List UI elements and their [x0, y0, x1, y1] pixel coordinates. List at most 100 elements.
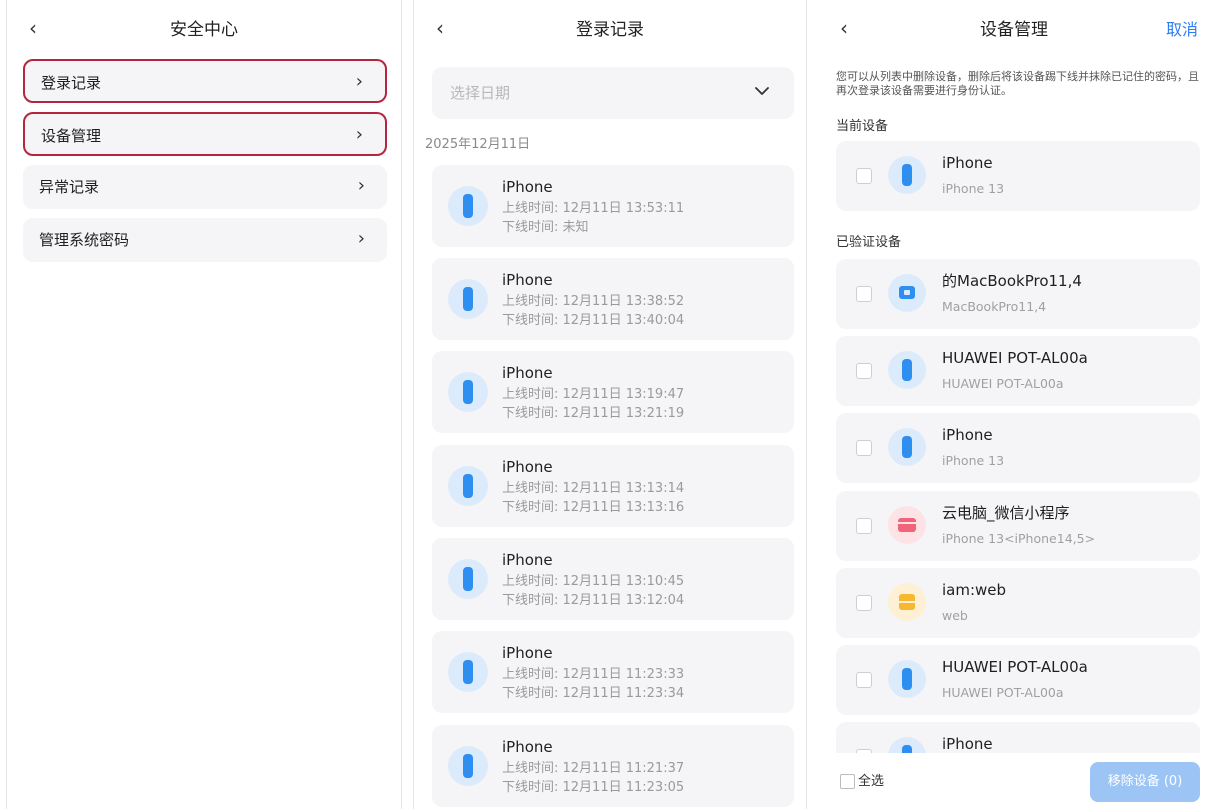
record-device-name: iPhone	[502, 458, 553, 476]
record-online-time: 上线时间: 12月11日 13:38:52	[502, 294, 685, 309]
device-item: iPhone iPhone 13	[836, 141, 1200, 211]
menu-item-manage-password[interactable]: 管理系统密码 ›	[23, 218, 387, 262]
record-online-time: 上线时间: 12月11日 11:21:37	[502, 761, 685, 776]
login-record-item: iPhone 上线时间: 12月11日 11:23:33 下线时间: 12月11…	[432, 631, 794, 713]
record-online-time: 上线时间: 12月11日 13:13:14	[502, 481, 685, 496]
device-model: iPhone 13<iPhone14,5>	[942, 531, 1096, 546]
security-center-header: ‹ 安全中心	[7, 0, 401, 58]
device-management-description: 您可以从列表中删除设备，删除后将该设备踢下线并抹除已记住的密码，且再次登录该设备…	[836, 70, 1199, 97]
device-management-header: ‹ 设备管理 取消	[818, 0, 1210, 58]
record-device-name: iPhone	[502, 551, 553, 569]
menu-item-login-records[interactable]: 登录记录 ›	[23, 59, 387, 103]
device-item: 云电脑_微信小程序 iPhone 13<iPhone14,5>	[836, 491, 1200, 561]
page-title: 安全中心	[170, 20, 238, 40]
chevron-right-icon: ›	[357, 228, 365, 249]
page-title: 登录记录	[576, 20, 644, 40]
device-item: iam:web web	[836, 568, 1200, 638]
device-item: 的MacBookPro11,4 MacBookPro11,4	[836, 259, 1200, 329]
device-name: 的MacBookPro11,4	[942, 272, 1082, 290]
remove-devices-button[interactable]: 移除设备 (0)	[1090, 762, 1200, 802]
cloud-pc-icon	[888, 506, 926, 544]
select-all-label: 全选	[858, 774, 885, 789]
record-device-name: iPhone	[502, 178, 553, 196]
record-offline-time: 下线时间: 12月11日 11:23:05	[502, 780, 685, 795]
record-online-time: 上线时间: 12月11日 11:23:33	[502, 667, 685, 682]
menu-item-label: 登录记录	[41, 74, 102, 92]
menu-item-label: 设备管理	[41, 127, 102, 145]
phone-icon	[888, 156, 926, 194]
chevron-right-icon: ›	[357, 175, 365, 196]
verified-devices-section-title: 已验证设备	[836, 235, 902, 250]
device-name: HUAWEI POT-AL00a	[942, 349, 1088, 367]
menu-item-label: 管理系统密码	[39, 231, 130, 249]
phone-icon	[888, 428, 926, 466]
device-model: iPhone 13	[942, 181, 1005, 196]
menu-item-label: 异常记录	[39, 178, 100, 196]
record-online-time: 上线时间: 12月11日 13:19:47	[502, 387, 685, 402]
device-management-panel: ‹ 设备管理 取消 您可以从列表中删除设备，删除后将该设备踢下线并抹除已记住的密…	[818, 0, 1210, 809]
login-records-panel: ‹ 登录记录 选择日期 2025年12月11日 iPhone 上线时间: 12月…	[413, 0, 807, 809]
phone-icon	[448, 279, 488, 319]
record-device-name: iPhone	[502, 364, 553, 382]
device-model: iPhone 13	[942, 453, 1005, 468]
page-title: 设备管理	[980, 20, 1048, 40]
record-device-name: iPhone	[502, 644, 553, 662]
device-name: iPhone	[942, 426, 993, 444]
date-group-header: 2025年12月11日	[425, 137, 531, 152]
device-model: MacBookPro11,4	[942, 299, 1047, 314]
device-checkbox[interactable]	[856, 595, 872, 611]
device-checkbox[interactable]	[856, 672, 872, 688]
login-record-item: iPhone 上线时间: 12月11日 13:13:14 下线时间: 12月11…	[432, 445, 794, 527]
record-offline-time: 下线时间: 12月11日 13:13:16	[502, 500, 685, 515]
menu-item-abnormal-records[interactable]: 异常记录 ›	[23, 165, 387, 209]
device-item: HUAWEI POT-AL00a HUAWEI POT-AL00a	[836, 336, 1200, 406]
device-model: HUAWEI POT-AL00a	[942, 685, 1064, 700]
device-name: iam:web	[942, 581, 1007, 599]
device-checkbox[interactable]	[856, 518, 872, 534]
phone-icon	[888, 351, 926, 389]
device-checkbox[interactable]	[856, 168, 872, 184]
device-name: HUAWEI POT-AL00a	[942, 658, 1088, 676]
login-record-item: iPhone 上线时间: 12月11日 11:21:37 下线时间: 12月11…	[432, 725, 794, 807]
phone-icon	[448, 746, 488, 786]
record-offline-time: 下线时间: 12月11日 11:23:34	[502, 686, 685, 701]
chevron-down-icon	[755, 87, 769, 95]
record-offline-time: 下线时间: 12月11日 13:21:19	[502, 406, 685, 421]
device-item: iPhone iPhone 13	[836, 413, 1200, 483]
record-online-time: 上线时间: 12月11日 13:10:45	[502, 574, 685, 589]
device-checkbox[interactable]	[856, 440, 872, 456]
record-device-name: iPhone	[502, 738, 553, 756]
device-name: iPhone	[942, 735, 993, 753]
device-name: 云电脑_微信小程序	[942, 504, 1070, 522]
phone-icon	[448, 186, 488, 226]
device-item: HUAWEI POT-AL00a HUAWEI POT-AL00a	[836, 645, 1200, 715]
record-device-name: iPhone	[502, 271, 553, 289]
phone-icon	[448, 652, 488, 692]
record-online-time: 上线时间: 12月11日 13:53:11	[502, 201, 685, 216]
phone-icon	[888, 660, 926, 698]
web-icon	[888, 583, 926, 621]
date-select-placeholder: 选择日期	[450, 84, 511, 102]
login-record-item: iPhone 上线时间: 12月11日 13:38:52 下线时间: 12月11…	[432, 258, 794, 340]
record-offline-time: 下线时间: 未知	[502, 220, 589, 235]
record-offline-time: 下线时间: 12月11日 13:40:04	[502, 313, 685, 328]
device-model: web	[942, 608, 968, 623]
menu-item-device-management[interactable]: 设备管理 ›	[23, 112, 387, 156]
login-records-header: ‹ 登录记录	[414, 0, 806, 58]
device-action-bar: 全选 移除设备 (0)	[818, 753, 1210, 809]
chevron-right-icon: ›	[355, 71, 363, 92]
current-device-section-title: 当前设备	[836, 119, 889, 134]
device-checkbox[interactable]	[856, 286, 872, 302]
checkbox-box	[840, 774, 855, 789]
phone-icon	[448, 466, 488, 506]
chevron-right-icon: ›	[355, 124, 363, 145]
login-record-item: iPhone 上线时间: 12月11日 13:53:11 下线时间: 未知	[432, 165, 794, 247]
record-offline-time: 下线时间: 12月11日 13:12:04	[502, 593, 685, 608]
laptop-icon	[888, 274, 926, 312]
device-checkbox[interactable]	[856, 363, 872, 379]
login-record-item: iPhone 上线时间: 12月11日 13:10:45 下线时间: 12月11…	[432, 538, 794, 620]
device-model: HUAWEI POT-AL00a	[942, 376, 1064, 391]
security-center-panel: ‹ 安全中心 登录记录 › 设备管理 › 异常记录 › 管理系统密码 ›	[6, 0, 402, 809]
date-select-dropdown[interactable]: 选择日期	[432, 67, 794, 119]
cancel-button[interactable]: 取消	[1166, 18, 1198, 42]
